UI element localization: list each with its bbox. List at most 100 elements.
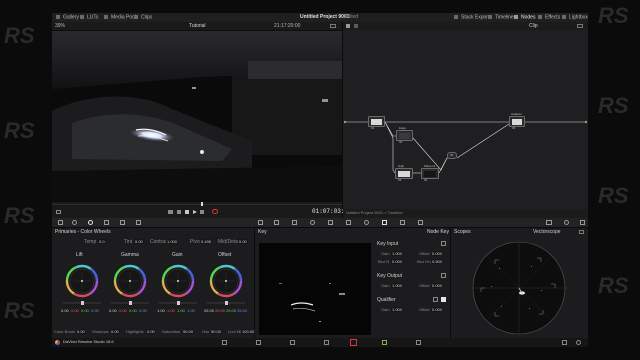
color-match-icon[interactable] — [72, 220, 77, 225]
node-02[interactable]: Edge 02 — [396, 127, 413, 144]
param-colorboost-value[interactable]: 0.00 — [76, 329, 86, 334]
wheel-gamma-ring[interactable] — [113, 264, 147, 298]
viewer-zoom[interactable]: 39% — [55, 24, 65, 29]
topbar-item-clips[interactable]: Clips — [134, 15, 152, 20]
wheel-gain-slider[interactable] — [159, 301, 197, 305]
home-icon[interactable] — [562, 340, 567, 345]
wheel-gain-y[interactable]: 1.00 — [157, 308, 165, 313]
param-shadows-value[interactable]: 0.00 — [110, 329, 120, 334]
skip-back-icon[interactable] — [168, 210, 173, 214]
magic-mask-icon[interactable] — [346, 220, 351, 225]
window-icon[interactable] — [310, 220, 315, 225]
wheel-gain-r[interactable]: 1.00 — [167, 308, 175, 313]
topbar-item-media-pool[interactable]: Media Pool — [104, 15, 136, 20]
param-saturation-value[interactable]: 50.00 — [182, 329, 195, 334]
wheel-lift-g[interactable]: 0.00 — [81, 308, 89, 313]
wheel-gamma-g[interactable]: 0.00 — [129, 308, 137, 313]
topbar-item-luts[interactable]: LUTs — [80, 15, 98, 20]
curves-icon[interactable] — [258, 220, 263, 225]
color-wheels-icon[interactable] — [88, 220, 93, 225]
param-contrast-value[interactable]: 1.000 — [166, 239, 179, 244]
node-05[interactable]: 05 — [447, 152, 457, 159]
info-icon[interactable] — [564, 220, 569, 225]
hand-tool-icon[interactable] — [354, 24, 358, 28]
node-editor[interactable]: Clip 01 Edge 02 High 03 Matte Hi... 04 0… — [343, 22, 588, 218]
page-fusion-icon[interactable] — [324, 340, 329, 345]
wheel-offset[interactable]: Offset 25.00 25.00 25.00 25.00 — [204, 250, 250, 328]
wheel-gamma-y[interactable]: 0.00 — [109, 308, 117, 313]
param-middetail-value[interactable]: 0.00 — [238, 239, 248, 244]
param-tint-value[interactable]: 0.00 — [134, 239, 144, 244]
blur-icon[interactable] — [364, 220, 369, 225]
param-pivot-value[interactable]: 0.435 — [200, 239, 213, 244]
viewer-options-icon[interactable] — [330, 24, 336, 28]
topbar-item-timeline[interactable]: Timeline — [488, 15, 514, 20]
timeline-name[interactable]: Tutorial — [189, 24, 206, 29]
wheel-lift-y[interactable]: 0.00 — [61, 308, 69, 313]
param-lummix-value[interactable]: 100.00 — [241, 329, 256, 334]
qualifier-swatch-icon[interactable] — [441, 297, 446, 302]
step-forward-icon[interactable] — [200, 210, 204, 214]
3d-icon[interactable] — [418, 220, 423, 225]
key-input-invert-icon[interactable] — [441, 241, 446, 246]
wheel-lift-slider[interactable] — [63, 301, 101, 305]
node-04[interactable]: Matte Hi... 04 — [421, 165, 439, 182]
topbar-item-lightbox[interactable]: Lightbox — [562, 15, 588, 20]
param-temp-value[interactable]: 0.0 — [98, 239, 106, 244]
wheel-offset-ring[interactable] — [209, 264, 243, 298]
key-output-offset-value[interactable]: 0.000 — [431, 283, 444, 288]
page-deliver-icon[interactable] — [416, 340, 421, 345]
wheel-offset-y[interactable]: 25.00 — [204, 308, 214, 313]
node-options-icon[interactable] — [577, 24, 583, 28]
param-hue-value[interactable]: 50.00 — [210, 329, 223, 334]
topbar-item-stack[interactable]: Stack Export — [454, 15, 489, 20]
wheel-gamma-slider[interactable] — [111, 301, 149, 305]
topbar-item-nodes[interactable]: Nodes — [514, 15, 535, 20]
sizing-icon[interactable] — [400, 220, 405, 225]
page-edit-icon[interactable] — [290, 340, 295, 345]
key-input-gain-value[interactable]: 1.000 — [391, 251, 404, 256]
play-icon[interactable] — [193, 210, 197, 214]
page-color-icon[interactable] — [350, 339, 357, 346]
viewer-scrubber[interactable] — [52, 204, 342, 205]
tool-pointer-icon[interactable] — [56, 210, 61, 214]
camera-raw-icon[interactable] — [58, 220, 63, 225]
rgb-mixer-icon[interactable] — [120, 220, 125, 225]
palette-options-icon[interactable] — [580, 220, 585, 225]
qualifier-icon[interactable] — [292, 220, 297, 225]
tracker-icon[interactable] — [328, 220, 333, 225]
key-input-blur-hv-value[interactable]: 0.500 — [431, 259, 444, 264]
select-tool-icon[interactable] — [346, 24, 350, 28]
loop-icon[interactable] — [212, 209, 218, 214]
topbar-item-effects[interactable]: Effects — [538, 15, 560, 20]
qualifier-offset-value[interactable]: 0.000 — [431, 307, 444, 312]
wheel-offset-b[interactable]: 25.00 — [237, 308, 247, 313]
node-06[interactable]: Halation 06 — [509, 113, 525, 130]
wheel-offset-g[interactable]: 25.00 — [226, 308, 236, 313]
page-fairlight-icon[interactable] — [382, 340, 387, 345]
wheel-gamma-b[interactable]: 0.00 — [139, 308, 147, 313]
param-highlights-value[interactable]: 0.00 — [146, 329, 156, 334]
key-input-blur-r-value[interactable]: 0.000 — [391, 259, 404, 264]
hdr-icon[interactable] — [104, 220, 109, 225]
color-warper-icon[interactable] — [274, 220, 279, 225]
node-03[interactable]: High 03 — [395, 165, 413, 182]
scopes-toggle-icon[interactable] — [546, 220, 552, 225]
node-01[interactable]: 01 — [368, 116, 385, 130]
motion-effects-icon[interactable] — [136, 220, 141, 225]
key-output-invert-icon[interactable] — [441, 273, 446, 278]
stop-icon[interactable] — [185, 210, 189, 214]
settings-icon[interactable] — [576, 340, 581, 345]
clip-selector[interactable]: Clip — [529, 24, 538, 29]
wheel-offset-r[interactable]: 25.00 — [215, 308, 225, 313]
wheel-gain[interactable]: Gain 1.00 1.00 1.00 1.00 — [156, 250, 200, 328]
wheel-gain-g[interactable]: 1.00 — [177, 308, 185, 313]
wheel-lift-r[interactable]: 0.00 — [71, 308, 79, 313]
qualifier-invert-icon[interactable] — [433, 297, 438, 302]
wheel-gamma[interactable]: Gamma 0.00 0.00 0.00 0.00 — [108, 250, 152, 328]
wheel-gamma-r[interactable]: 0.00 — [119, 308, 127, 313]
key-input-offset-value[interactable]: 0.000 — [431, 251, 444, 256]
wheel-offset-slider[interactable] — [207, 301, 245, 305]
key-icon[interactable] — [382, 220, 387, 225]
topbar-item-gallery[interactable]: Gallery — [56, 15, 79, 20]
